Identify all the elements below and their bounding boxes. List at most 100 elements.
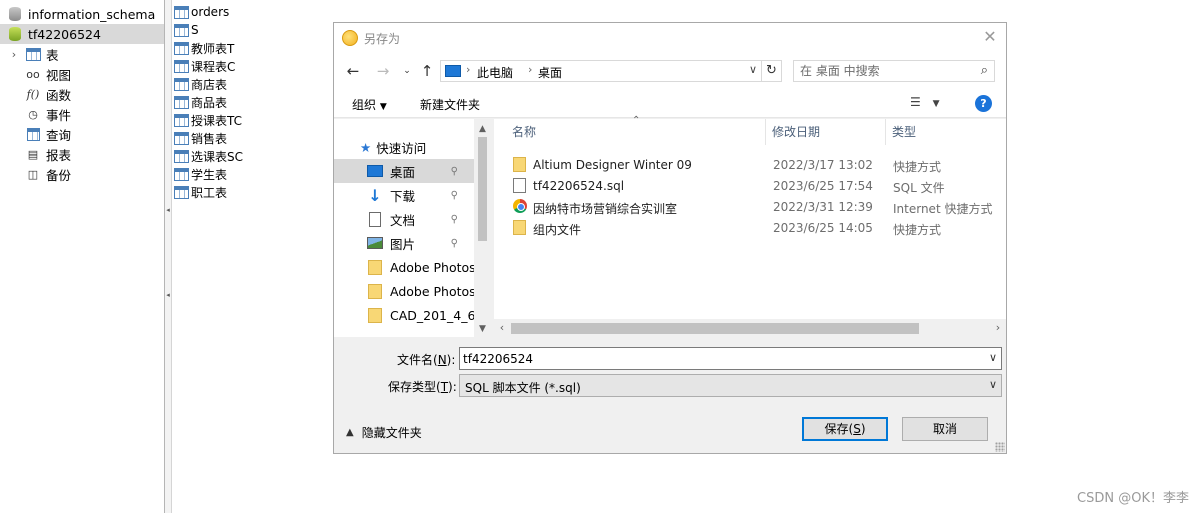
tree-node-reports[interactable]: ▤ 报表 [0,144,164,164]
search-input[interactable] [800,63,970,79]
nav-item-folder[interactable]: CAD_201_4_64_ [334,303,474,327]
column-header-type[interactable]: 类型 [892,119,916,145]
new-folder-button[interactable]: 新建文件夹 [420,96,480,113]
scroll-down-icon[interactable]: ▼ [474,321,491,337]
table-name: 商品表 [191,95,228,110]
breadcrumb-this-pc[interactable]: 此电脑 [477,64,513,81]
filetype-label-text: 保存类型( [388,380,441,394]
table-icon [174,131,189,145]
tree-node-views[interactable]: oo 视图 [0,64,164,84]
up-arrow-icon[interactable]: ↑ [418,61,436,81]
nav-item-folder[interactable]: Adobe Photosh [334,255,474,279]
database-icon [9,7,21,21]
chevron-right-icon[interactable]: › [8,48,20,61]
view-glasses-icon: oo [26,67,40,81]
list-item[interactable]: 教师表T [174,39,234,57]
nav-item-documents[interactable]: 文档 ⚲ [334,207,474,231]
quick-access-item[interactable]: ★ 快速访问 [334,135,474,159]
dialog-title-bar[interactable]: 另存为 ✕ [334,23,1006,52]
file-row[interactable]: Altium Designer Winter 09 2022/3/17 13:0… [509,154,1006,175]
list-item[interactable]: 授课表TC [174,111,242,129]
computer-icon [445,65,461,77]
tree-node-events[interactable]: ◷ 事件 [0,104,164,124]
desktop-icon [366,163,384,179]
breadcrumb-separator-icon[interactable]: › [528,63,532,76]
chevron-down-icon[interactable]: ∨ [749,63,757,76]
address-bar[interactable]: › 此电脑 › 桌面 ∨ [440,60,782,82]
list-item[interactable]: orders [174,3,229,21]
list-item[interactable]: 销售表 [174,129,227,147]
splitter-grip-icon[interactable]: ◂ [165,290,171,300]
table-name: 选课表SC [191,149,243,164]
list-item[interactable]: 商店表 [174,75,227,93]
list-item[interactable]: 商品表 [174,93,227,111]
list-item[interactable]: S [174,21,199,39]
list-item[interactable]: 课程表C [174,57,235,75]
list-item[interactable]: 选课表SC [174,147,243,165]
tree-node-label: 备份 [46,167,72,183]
pin-icon[interactable]: ⚲ [451,190,458,201]
sql-file-icon [513,178,526,193]
tree-node-queries[interactable]: 查询 [0,124,164,144]
table-icon [174,41,189,55]
close-icon[interactable]: ✕ [980,27,1000,47]
scroll-left-icon[interactable]: ‹ [494,320,510,336]
scrollbar-thumb[interactable] [511,323,919,334]
recent-locations-icon[interactable]: ⌄ [398,61,416,81]
filename-input[interactable] [463,351,973,366]
filename-combobox[interactable]: ∨ [459,347,1002,370]
column-divider[interactable] [765,119,766,145]
splitter-grip-icon[interactable]: ◂ [165,205,171,215]
pane-splitter[interactable]: ◂ ◂ [164,0,172,513]
organize-button[interactable]: 组织 ▼ [352,96,387,113]
nav-item-downloads[interactable]: ↓ 下载 ⚲ [334,183,474,207]
forward-arrow-icon[interactable]: → [374,61,392,81]
scroll-right-icon[interactable]: › [990,320,1006,336]
save-as-dialog: 另存为 ✕ ← → ⌄ ↑ › 此电脑 › 桌面 ∨ ↻ ⌕ 组织 ▼ 新建文件… [333,22,1007,454]
cancel-button[interactable]: 取消 [902,417,988,441]
search-icon[interactable]: ⌕ [981,63,988,78]
pin-icon[interactable]: ⚲ [451,238,458,249]
table-icon [174,113,189,127]
nav-item-folder[interactable]: Adobe Photosh [334,279,474,303]
breadcrumb-separator-icon[interactable]: › [466,63,470,76]
file-row[interactable]: 组内文件 2023/6/25 14:05 快捷方式 [509,217,1006,238]
table-icon [174,185,189,199]
nav-item-label: Adobe Photosh [390,259,474,275]
table-icon [174,167,189,181]
breadcrumb-desktop[interactable]: 桌面 [538,64,562,81]
pin-icon[interactable]: ⚲ [451,166,458,177]
view-options-button[interactable]: ☰ ▼ [910,95,950,113]
resize-grip-icon[interactable] [995,442,1005,452]
chevron-down-icon[interactable]: ∨ [989,378,997,391]
list-item[interactable]: 职工表 [174,183,227,201]
file-row[interactable]: tf42206524.sql 2023/6/25 17:54 SQL 文件 [509,175,1006,196]
search-box[interactable]: ⌕ [793,60,995,82]
file-list-horizontal-scrollbar[interactable]: ‹ › [494,319,1006,337]
column-divider[interactable] [885,119,886,145]
tree-db-information-schema[interactable]: information_schema [0,4,164,24]
filetype-select[interactable]: SQL 脚本文件 (*.sql) ∨ [459,374,1002,397]
list-item[interactable]: 学生表 [174,165,227,183]
nav-item-pictures[interactable]: 图片 ⚲ [334,231,474,255]
pin-icon[interactable]: ⚲ [451,214,458,225]
column-header-name[interactable]: 名称 [512,119,536,145]
tree-db-tf42206524[interactable]: tf42206524 [0,24,164,44]
save-button[interactable]: 保存(S) [802,417,888,441]
scrollbar-thumb[interactable] [478,137,487,241]
tree-node-tables[interactable]: › 表 [0,44,164,64]
tree-node-backups[interactable]: ◫ 备份 [0,164,164,184]
back-arrow-icon[interactable]: ← [344,61,362,81]
chevron-down-icon[interactable]: ∨ [989,351,997,364]
file-row[interactable]: 因纳特市场营销综合实训室 2022/3/31 12:39 Internet 快捷… [509,196,1006,217]
column-header-date[interactable]: 修改日期 [772,119,820,145]
help-icon[interactable]: ? [975,95,992,112]
hide-folders-toggle[interactable]: ▲ 隐藏文件夹 [346,424,422,441]
nav-item-label: 文档 [390,212,416,228]
save-label-end: ) [860,422,866,436]
refresh-icon[interactable]: ↻ [761,60,781,82]
scroll-up-icon[interactable]: ▲ [474,121,491,137]
tree-node-functions[interactable]: f() 函数 [0,84,164,104]
nav-item-desktop[interactable]: 桌面 ⚲ [334,159,474,183]
nav-pane-scrollbar[interactable]: ▲ ▼ [474,119,491,337]
